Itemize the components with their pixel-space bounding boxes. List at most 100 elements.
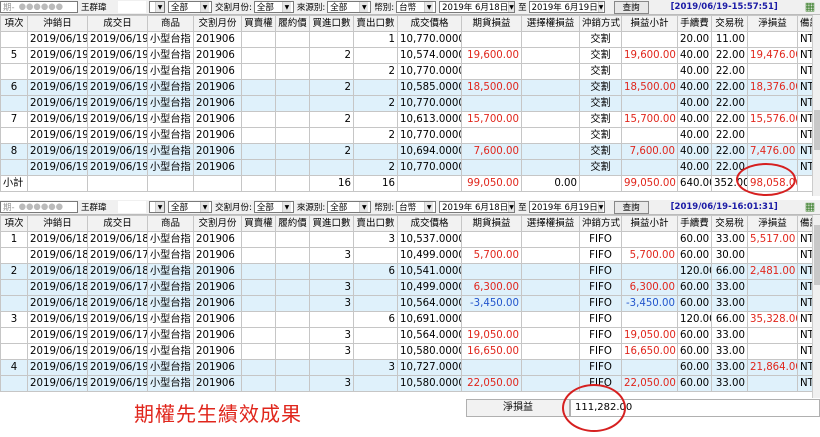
cell-options-pnl [521,263,580,280]
column-header-trade-date[interactable]: 成交日 [87,15,148,32]
column-header-pnl-subtotal[interactable]: 損益小計 [621,15,678,32]
column-header-options-pnl[interactable]: 選擇權損益 [521,15,580,32]
filter-select[interactable]: 全部 ▼ [168,201,212,213]
column-header-product[interactable]: 商品 [147,215,194,232]
table-row[interactable]: 8 2019/06/19 2019/06/19 小型台指 201906 2 10,694.0… [0,143,818,160]
column-header-item-no[interactable]: 項次 [0,15,28,32]
cell-pnl-subtotal: 18,500.00 [621,79,678,96]
table-row[interactable]: 2019/06/19 2019/06/17 小型台指 201906 3 10,564.00… [0,327,818,344]
account-select[interactable]: 期- ●●●●●● [0,1,78,13]
column-header-tax[interactable]: 交易稅 [711,15,748,32]
column-header-delivery-month[interactable]: 交割月份 [193,15,242,32]
column-header-pnl-subtotal[interactable]: 損益小計 [621,215,678,232]
table-row[interactable]: 2019/06/19 2019/06/19 小型台指 201906 2 10,770.00… [0,63,818,80]
column-header-fee[interactable]: 手續費 [677,215,712,232]
table-row[interactable]: 1 2019/06/18 2019/06/18 小型台指 201906 3 10,537.0… [0,231,818,248]
query-button[interactable]: 查詢 [613,200,649,214]
column-header-item-no[interactable]: 項次 [0,215,28,232]
cell-pnl-subtotal: 19,600.00 [621,47,678,64]
column-header-product[interactable]: 商品 [147,15,194,32]
table-row[interactable]: 6 2019/06/19 2019/06/19 小型台指 201906 2 10,585.0… [0,79,818,96]
cell-delivery-month: 201906 [193,295,242,312]
currency-value: 台幣 [399,203,417,213]
account-select[interactable]: 期- ●●●●●● [0,201,78,213]
column-header-offset-date[interactable]: 沖銷日 [27,215,88,232]
cell-pnl-subtotal [621,31,678,48]
currency-select[interactable]: 台幣 ▼ [396,1,437,13]
table-row[interactable]: 4 2019/06/19 2019/06/19 小型台指 201906 3 10,727.0… [0,359,818,376]
export-icon[interactable]: ▦ [803,200,817,214]
source-select[interactable]: 全部 ▼ [327,201,372,213]
table-row[interactable]: 2019/06/19 2019/06/19 小型台指 201906 3 10,580.00… [0,343,818,360]
date-to-picker[interactable]: 2019年 6月19日 ▼ [528,201,605,213]
column-header-call-put[interactable]: 買賣權 [241,215,276,232]
column-header-net-pnl[interactable]: 淨損益 [747,215,798,232]
table-row[interactable]: 2019/06/18 2019/06/17 小型台指 201906 3 10,499.00… [0,247,818,264]
column-header-trade-date[interactable]: 成交日 [87,215,148,232]
cell-strike [275,311,310,328]
column-header-delivery-month[interactable]: 交割月份 [193,215,242,232]
column-header-buy-qty[interactable]: 買進口數 [309,215,354,232]
column-header-offset-date[interactable]: 沖銷日 [27,15,88,32]
month-select[interactable]: 全部 ▼ [253,1,294,13]
column-header-futures-pnl[interactable]: 期貨損益 [461,15,522,32]
column-header-sell-qty[interactable]: 賣出口數 [353,215,398,232]
table-row[interactable]: 7 2019/06/19 2019/06/19 小型台指 201906 2 10,613.0… [0,111,818,128]
column-header-call-put[interactable]: 買賣權 [241,15,276,32]
column-header-offset-method[interactable]: 沖銷方式 [579,215,622,232]
date-to-picker[interactable]: 2019年 6月19日 ▼ [528,1,605,13]
date-from-picker[interactable]: 2019年 6月18日 ▼ [439,201,516,213]
cell-offset-date: 2019/06/19 [27,327,88,344]
bottom-toolbar: 期- ●●●●●● 王群瑋 ▼ 全部 ▼ 交割月份: 全部 ▼ 來源別: 全部 ▼ 幣別… [0,200,820,215]
column-header-sell-qty[interactable]: 賣出口數 [353,15,398,32]
cell-strike [275,159,310,176]
scrollbar-thumb[interactable] [814,225,820,285]
table-row[interactable]: 2019/06/19 2019/06/19 小型台指 201906 2 10,770.00… [0,127,818,144]
name-dropdown[interactable]: ▼ [149,1,165,13]
date-from-picker[interactable]: 2019年 6月18日 ▼ [439,1,516,13]
vertical-scrollbar[interactable] [812,15,820,196]
currency-label: 幣別: [374,203,395,213]
column-header-net-pnl[interactable]: 淨損益 [747,15,798,32]
source-select[interactable]: 全部 ▼ [327,1,372,13]
cell-offset-date: 2019/06/19 [27,79,88,96]
column-header-trade-price[interactable]: 成交價格 [397,215,462,232]
cell-fee: 40.00 [677,79,712,96]
table-row[interactable]: 2019/06/19 2019/06/19 小型台指 201906 1 10,770.00… [0,31,818,48]
cell-offset-method: FIFO [579,359,622,376]
column-header-strike[interactable]: 履約價 [275,215,310,232]
cell-trade-date: 2019/06/19 [87,31,148,48]
cell-buy-qty: 2 [309,47,354,64]
table-row[interactable]: 2019/06/19 2019/06/19 小型台指 201906 2 10,770.00… [0,159,818,176]
column-header-trade-price[interactable]: 成交價格 [397,15,462,32]
table-row[interactable]: 2019/06/18 2019/06/18 小型台指 201906 3 10,564.00… [0,295,818,312]
column-header-fee[interactable]: 手續費 [677,15,712,32]
column-header-futures-pnl[interactable]: 期貨損益 [461,215,522,232]
currency-select[interactable]: 台幣 ▼ [396,201,437,213]
name-dropdown[interactable]: ▼ [149,201,165,213]
table-row[interactable]: 2 2019/06/18 2019/06/18 小型台指 201906 6 10,541.0… [0,263,818,280]
table-row[interactable]: 5 2019/06/19 2019/06/19 小型台指 201906 2 10,574.0… [0,47,818,64]
column-header-buy-qty[interactable]: 買進口數 [309,15,354,32]
column-header-offset-method[interactable]: 沖銷方式 [579,15,622,32]
cell-delivery-month: 201906 [193,159,242,176]
scrollbar-thumb[interactable] [814,110,820,150]
cell-item-no [0,247,28,264]
cell-buy-qty [309,95,354,112]
month-select[interactable]: 全部 ▼ [253,201,294,213]
table-row[interactable]: 3 2019/06/19 2019/06/19 小型台指 201906 6 10,691.0… [0,311,818,328]
cell-delivery-month: 201906 [193,327,242,344]
column-header-strike[interactable]: 履約價 [275,15,310,32]
cell-offset-method: 交割 [579,79,622,96]
cell-strike [275,127,310,144]
query-button[interactable]: 查詢 [613,0,649,14]
filter-select[interactable]: 全部 ▼ [168,1,212,13]
export-icon[interactable]: ▦ [803,0,817,14]
vertical-scrollbar[interactable] [812,215,820,398]
table-row[interactable]: 2019/06/19 2019/06/19 小型台指 201906 2 10,770.00… [0,95,818,112]
table-row[interactable]: 2019/06/18 2019/06/17 小型台指 201906 3 10,499.00… [0,279,818,296]
column-header-options-pnl[interactable]: 選擇權損益 [521,215,580,232]
table-row[interactable]: 2019/06/19 2019/06/19 小型台指 201906 3 10,580.00… [0,375,818,392]
subtotal-row[interactable]: 小計161699,050.000.0099,050.00640.00352.00… [0,175,818,192]
column-header-tax[interactable]: 交易稅 [711,215,748,232]
